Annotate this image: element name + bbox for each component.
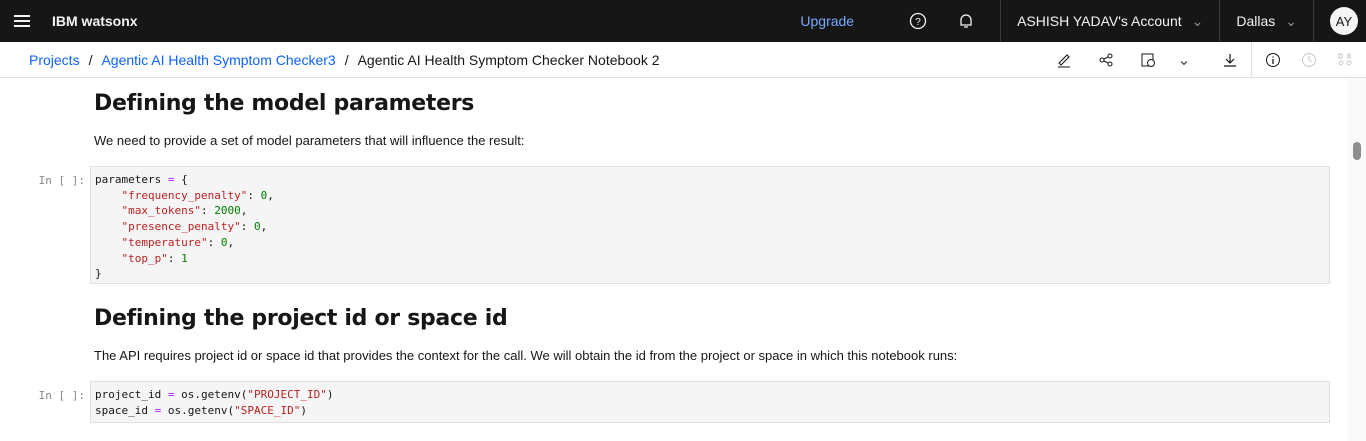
- edit-icon: [1058, 54, 1070, 68]
- avatar[interactable]: AY: [1330, 7, 1358, 35]
- chevron-down-icon: ⌄: [1177, 52, 1191, 69]
- code-line: "frequency_penalty": 0,: [95, 188, 1325, 204]
- code-token: :: [167, 251, 182, 265]
- hamburger-icon: [14, 15, 30, 27]
- code-cell[interactable]: In [ ]: parameters = { "frequency_penalt…: [30, 166, 1330, 284]
- history-button[interactable]: [1294, 42, 1324, 78]
- code-cell[interactable]: In [ ]: project_id = os.getenv("PROJECT_…: [30, 381, 1330, 423]
- code-token: :: [240, 220, 254, 234]
- code-line: "temperature": 0,: [95, 235, 1325, 251]
- code-token: }: [95, 267, 102, 281]
- chevron-down-icon: ⌄: [1191, 12, 1204, 29]
- code-token: 0: [253, 220, 261, 234]
- code-token: ,: [267, 188, 274, 202]
- account-switcher[interactable]: ASHISH YADAV's Account ⌄: [1000, 0, 1219, 42]
- code-line: }: [95, 266, 1325, 282]
- notifications-button[interactable]: [942, 0, 990, 42]
- code-line: parameters = {: [95, 172, 1325, 188]
- code-token: :: [207, 235, 221, 249]
- code-token: "PROJECT_ID": [247, 388, 327, 401]
- code-line: "max_tokens": 2000,: [95, 203, 1325, 219]
- account-name: ASHISH YADAV's Account: [1017, 13, 1182, 29]
- section-text: The API requires project id or space id …: [94, 348, 958, 363]
- top-nav: IBM watsonx Upgrade ? ASHISH YADAV's Acc…: [0, 0, 1366, 42]
- code-token: space_id: [95, 403, 155, 417]
- menu-button[interactable]: [0, 14, 44, 28]
- info-button[interactable]: [1252, 42, 1294, 78]
- code-editor[interactable]: project_id = os.getenv("PROJECT_ID") spac…: [90, 381, 1330, 423]
- code-token: "top_p": [121, 251, 168, 265]
- region-name: Dallas: [1236, 13, 1276, 29]
- cell-prompt: In [ ]:: [38, 389, 85, 402]
- section-heading: Defining the project id or space id: [94, 306, 508, 331]
- code-token: os.getenv(: [174, 388, 248, 401]
- code-token: "frequency_penalty": [121, 188, 248, 202]
- edit-button[interactable]: [1043, 42, 1085, 78]
- notebook-toolbar: ⌄: [1043, 42, 1366, 78]
- breadcrumb-current: Agentic AI Health Symptom Checker Notebo…: [357, 51, 660, 68]
- share-icon: [1099, 53, 1113, 67]
- code-token: project_id: [95, 388, 168, 401]
- code-token: 2000: [214, 204, 241, 218]
- brand-logo[interactable]: IBM watsonx: [52, 13, 138, 29]
- code-line: "top_p": 1: [95, 251, 1325, 267]
- region-switcher[interactable]: Dallas ⌄: [1219, 0, 1313, 42]
- code-token: 1: [181, 251, 188, 265]
- apps-button[interactable]: [1324, 42, 1366, 78]
- breadcrumb-projects[interactable]: Projects: [29, 52, 80, 68]
- bell-icon: [960, 14, 972, 28]
- help-button[interactable]: ?: [894, 0, 942, 42]
- code-token: :: [200, 204, 215, 218]
- notebook-content: Defining the model parameters We need to…: [0, 78, 1348, 441]
- download-icon: [1224, 54, 1236, 67]
- apps-icon: [1338, 53, 1352, 66]
- code-token: "SPACE_ID": [234, 403, 301, 417]
- code-editor[interactable]: parameters = { "frequency_penalty": 0, "…: [90, 166, 1330, 284]
- code-token: ,: [227, 235, 235, 249]
- svg-text:?: ?: [915, 17, 921, 28]
- breadcrumb-project[interactable]: Agentic AI Health Symptom Checker3: [101, 52, 335, 68]
- share-button[interactable]: [1085, 42, 1127, 78]
- code-token: parameters: [95, 173, 168, 186]
- history-icon: [1302, 53, 1316, 67]
- schedule-menu-button[interactable]: ⌄: [1169, 42, 1199, 78]
- info-icon: [1266, 53, 1280, 67]
- code-token: {: [174, 173, 188, 186]
- code-token: ): [300, 403, 307, 417]
- code-token: os.getenv(: [161, 403, 235, 417]
- code-line: project_id = os.getenv("PROJECT_ID"): [95, 387, 1325, 403]
- scrollbar[interactable]: [1348, 78, 1366, 441]
- code-token: ): [326, 388, 334, 401]
- schedule-icon: [1141, 53, 1155, 67]
- schedule-button[interactable]: [1127, 42, 1169, 78]
- section-text: We need to provide a set of model parame…: [94, 133, 525, 148]
- section-heading: Defining the model parameters: [94, 91, 475, 116]
- code-token: "max_tokens": [121, 204, 201, 218]
- code-line: space_id = os.getenv("SPACE_ID"): [95, 403, 1325, 419]
- download-button[interactable]: [1209, 42, 1251, 78]
- chevron-down-icon: ⌄: [1285, 12, 1297, 29]
- code-token: "temperature": [121, 235, 208, 249]
- cell-prompt: In [ ]:: [38, 174, 85, 187]
- code-token: ,: [240, 204, 248, 218]
- code-token: :: [247, 188, 261, 202]
- scrollbar-thumb[interactable]: [1353, 142, 1361, 160]
- help-icon: ?: [909, 12, 927, 30]
- upgrade-link[interactable]: Upgrade: [800, 13, 854, 29]
- code-token: ,: [260, 220, 268, 234]
- code-token: "presence_penalty": [121, 220, 241, 234]
- code-line: "presence_penalty": 0,: [95, 219, 1325, 235]
